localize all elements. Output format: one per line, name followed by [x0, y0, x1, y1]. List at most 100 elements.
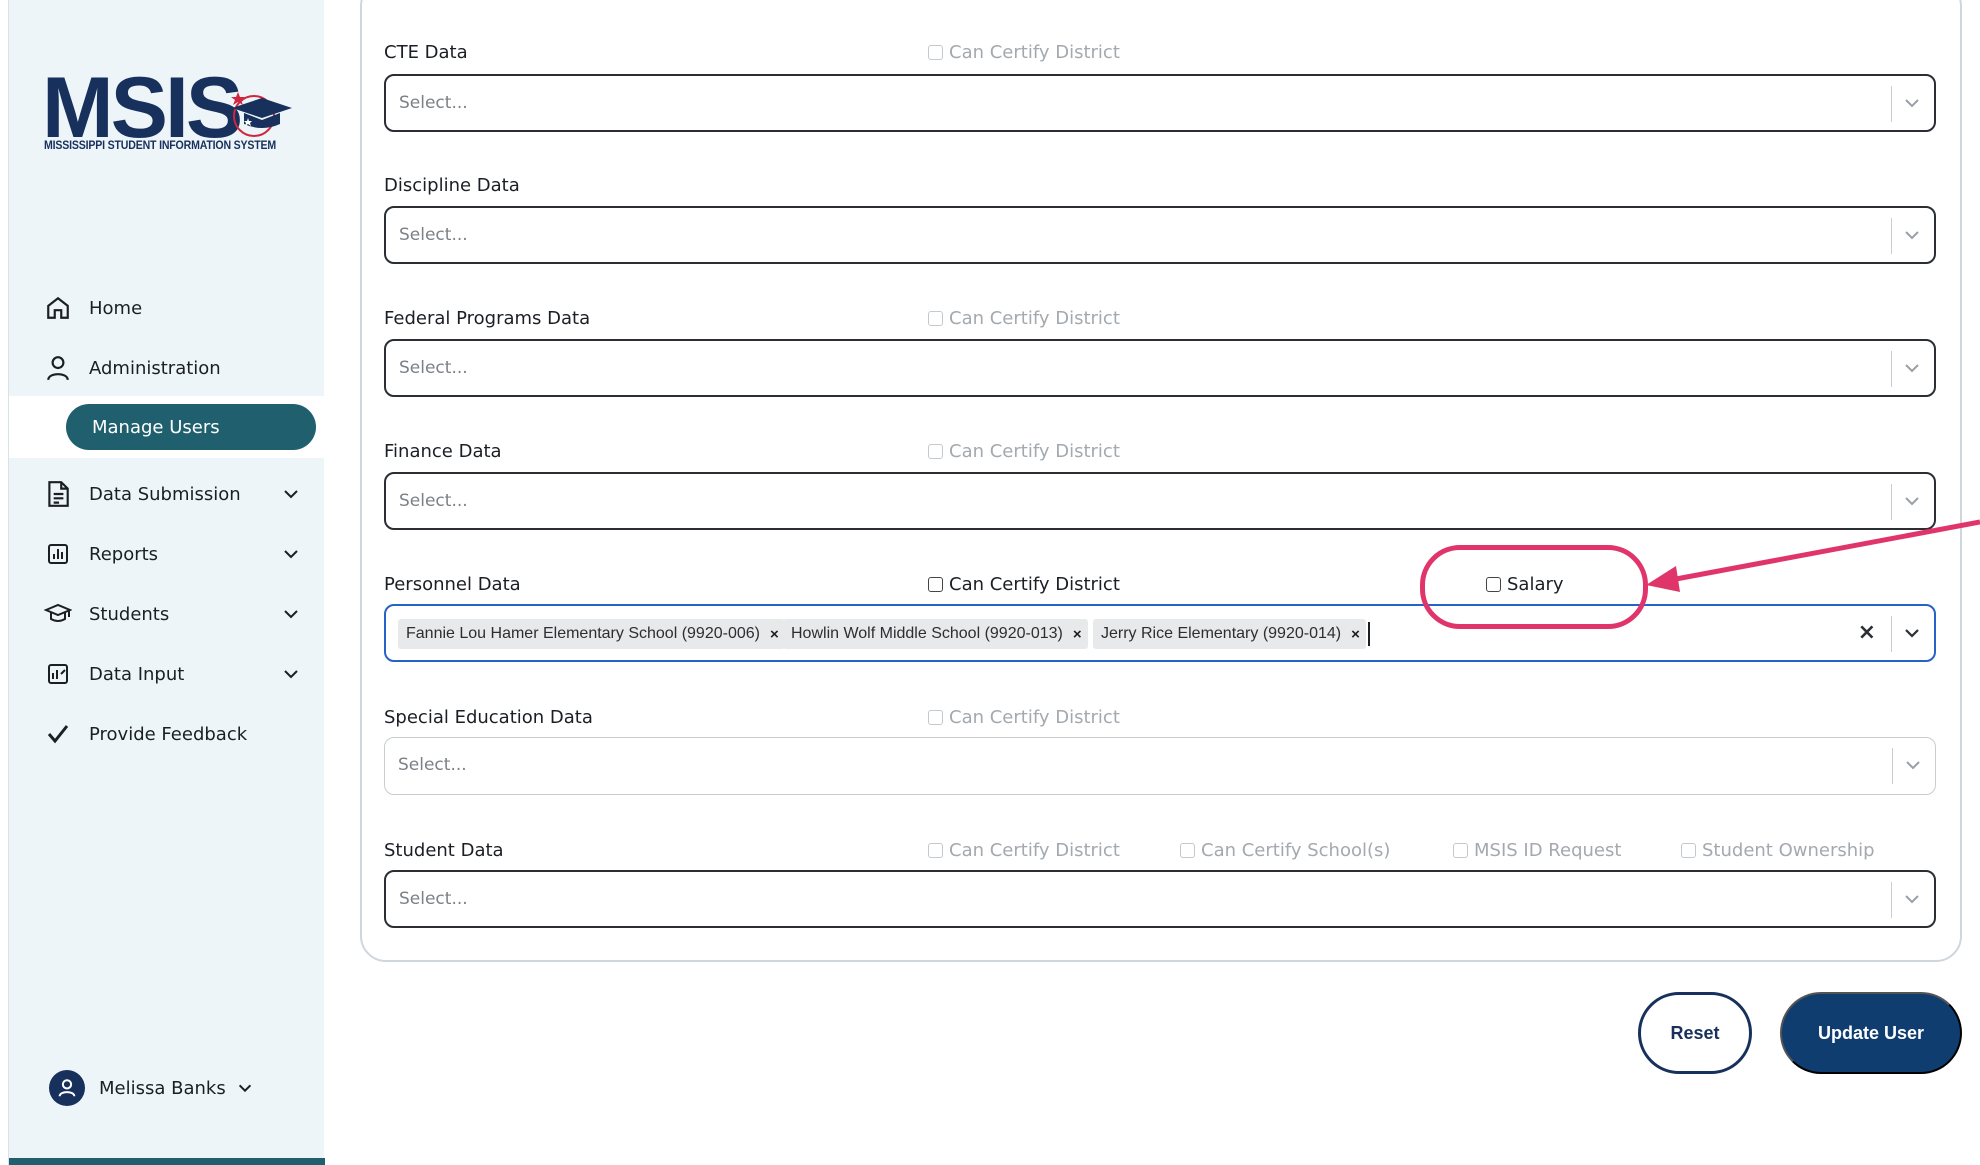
chevron-down-icon[interactable] — [236, 1079, 254, 1097]
student-msis-id-request-checkbox[interactable]: MSIS ID Request — [1453, 840, 1621, 861]
sidebar-item-manage-users[interactable]: Manage Users — [66, 404, 316, 450]
logo-wordmark: MSIS — [42, 60, 243, 156]
student-can-certify-schools-checkbox[interactable]: Can Certify School(s) — [1180, 840, 1390, 861]
graduation-cap-logo-icon — [231, 92, 292, 137]
tag-label: Jerry Rice Elementary (9920-014) — [1101, 625, 1342, 642]
checkbox-box[interactable] — [928, 577, 943, 592]
select-placeholder: Select... — [399, 491, 468, 511]
checkbox-box[interactable] — [928, 45, 943, 60]
special-education-data-select[interactable]: Select... — [384, 737, 1936, 795]
chevron-down-icon[interactable] — [1902, 491, 1922, 511]
checkbox-label: Can Certify District — [949, 840, 1120, 861]
checkbox-label: Can Certify District — [949, 574, 1120, 595]
discipline-data-label: Discipline Data — [384, 175, 520, 196]
annotation-highlight-oval — [1420, 545, 1648, 629]
personnel-data-select[interactable]: Fannie Lou Hamer Elementary School (9920… — [384, 604, 1936, 662]
logo-subtitle: MISSISSIPPI STUDENT INFORMATION SYSTEM — [44, 140, 277, 152]
checkbox-box[interactable] — [1453, 843, 1468, 858]
sidebar: MSIS MISSISSIPPI STUDENT INFORMATION SYS… — [8, 0, 325, 1165]
checkbox-box[interactable] — [928, 843, 943, 858]
sidebar-item-home[interactable]: Home — [43, 288, 313, 328]
chevron-down-icon[interactable] — [1902, 889, 1922, 909]
remove-tag-icon[interactable]: × — [1351, 626, 1360, 643]
annotation-arrow — [1646, 519, 1980, 592]
student-data-label: Student Data — [384, 840, 504, 861]
select-placeholder: Select... — [399, 358, 468, 378]
sidebar-item-data-submission[interactable]: Data Submission — [43, 474, 313, 514]
select-divider — [1891, 86, 1892, 122]
bar-chart-icon — [43, 539, 73, 569]
federal-programs-data-label: Federal Programs Data — [384, 308, 591, 329]
chevron-down-icon[interactable] — [1902, 623, 1922, 643]
special-ed-can-certify-district-checkbox[interactable]: Can Certify District — [928, 707, 1120, 728]
federal-programs-data-select[interactable]: Select... — [384, 339, 1936, 397]
sidebar-item-provide-feedback[interactable]: Provide Feedback — [43, 714, 313, 754]
selected-school-tag: Jerry Rice Elementary (9920-014) × — [1093, 619, 1366, 649]
checkbox-box[interactable] — [928, 311, 943, 326]
checkbox-box[interactable] — [1681, 843, 1696, 858]
avatar-icon — [49, 1070, 85, 1106]
user-menu[interactable]: Melissa Banks — [49, 1070, 254, 1106]
student-ownership-checkbox[interactable]: Student Ownership — [1681, 840, 1875, 861]
cte-can-certify-district-checkbox[interactable]: Can Certify District — [928, 42, 1120, 63]
personnel-can-certify-district-checkbox[interactable]: Can Certify District — [928, 574, 1120, 595]
chevron-down-icon[interactable] — [281, 604, 301, 624]
cte-data-select[interactable]: Select... — [384, 74, 1936, 132]
reset-button[interactable]: Reset — [1638, 992, 1752, 1074]
special-education-data-label: Special Education Data — [384, 707, 593, 728]
selected-school-tag: Howlin Wolf Middle School (9920-013) × — [783, 619, 1088, 649]
sidebar-item-label: Data Submission — [89, 483, 241, 505]
checkmark-icon — [43, 719, 73, 749]
remove-tag-icon[interactable]: × — [1073, 626, 1082, 643]
user-name: Melissa Banks — [99, 1077, 226, 1099]
clear-selection-icon[interactable]: × — [1858, 620, 1876, 645]
checkbox-box[interactable] — [928, 710, 943, 725]
select-divider — [1892, 748, 1893, 784]
msis-logo[interactable]: MSIS MISSISSIPPI STUDENT INFORMATION SYS… — [42, 60, 302, 168]
federal-can-certify-district-checkbox[interactable]: Can Certify District — [928, 308, 1120, 329]
select-divider — [1891, 218, 1892, 254]
checkbox-box[interactable] — [928, 444, 943, 459]
sidebar-item-reports[interactable]: Reports — [43, 534, 313, 574]
chevron-down-icon[interactable] — [281, 484, 301, 504]
select-placeholder: Select... — [398, 755, 467, 775]
student-can-certify-district-checkbox[interactable]: Can Certify District — [928, 840, 1120, 861]
checkbox-box[interactable] — [1180, 843, 1195, 858]
subnav-container: Manage Users — [9, 396, 325, 458]
text-caret — [1368, 622, 1370, 646]
chevron-down-icon[interactable] — [281, 664, 301, 684]
sidebar-item-label: Students — [89, 603, 170, 625]
chevron-down-icon[interactable] — [1902, 358, 1922, 378]
discipline-data-select[interactable]: Select... — [384, 206, 1936, 264]
sidebar-item-administration[interactable]: Administration — [43, 348, 313, 388]
chevron-down-icon[interactable] — [281, 544, 301, 564]
personnel-data-label: Personnel Data — [384, 574, 521, 595]
sidebar-item-label: Provide Feedback — [89, 723, 248, 745]
select-divider — [1891, 882, 1892, 918]
checkbox-label: Can Certify District — [949, 441, 1120, 462]
sidebar-item-label: Administration — [89, 357, 221, 379]
selected-school-tag: Fannie Lou Hamer Elementary School (9920… — [398, 619, 785, 649]
select-placeholder: Select... — [399, 93, 468, 113]
checkbox-label: Student Ownership — [1702, 840, 1875, 861]
student-data-select[interactable]: Select... — [384, 870, 1936, 928]
sidebar-item-data-input[interactable]: Data Input — [43, 654, 313, 694]
checkbox-label: Can Certify District — [949, 707, 1120, 728]
remove-tag-icon[interactable]: × — [770, 626, 779, 643]
chevron-down-icon[interactable] — [1902, 225, 1922, 245]
sidebar-item-label: Reports — [89, 543, 159, 565]
sidebar-item-students[interactable]: Students — [43, 594, 313, 634]
update-user-button[interactable]: Update User — [1780, 992, 1962, 1074]
select-placeholder: Select... — [399, 225, 468, 245]
chevron-down-icon[interactable] — [1902, 93, 1922, 113]
chevron-down-icon[interactable] — [1903, 755, 1923, 775]
sidebar-item-label: Home — [89, 297, 143, 319]
home-icon — [43, 293, 73, 323]
sidebar-item-label: Data Input — [89, 663, 185, 685]
data-input-icon — [43, 659, 73, 689]
checkbox-label: MSIS ID Request — [1474, 840, 1622, 861]
checkbox-label: Can Certify District — [949, 308, 1120, 329]
tag-label: Howlin Wolf Middle School (9920-013) — [791, 625, 1063, 642]
select-divider — [1891, 351, 1892, 387]
finance-can-certify-district-checkbox[interactable]: Can Certify District — [928, 441, 1120, 462]
